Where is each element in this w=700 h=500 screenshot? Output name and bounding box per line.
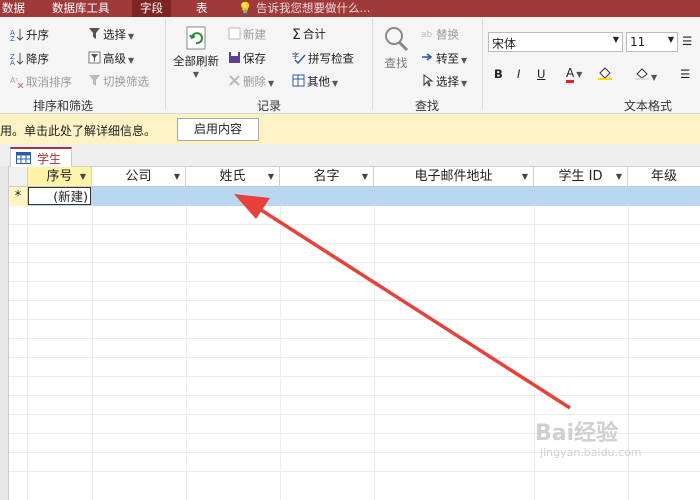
watermark-url: jingyan.baidu.com	[540, 446, 642, 459]
watermark-logo: Bai经验	[535, 421, 619, 446]
